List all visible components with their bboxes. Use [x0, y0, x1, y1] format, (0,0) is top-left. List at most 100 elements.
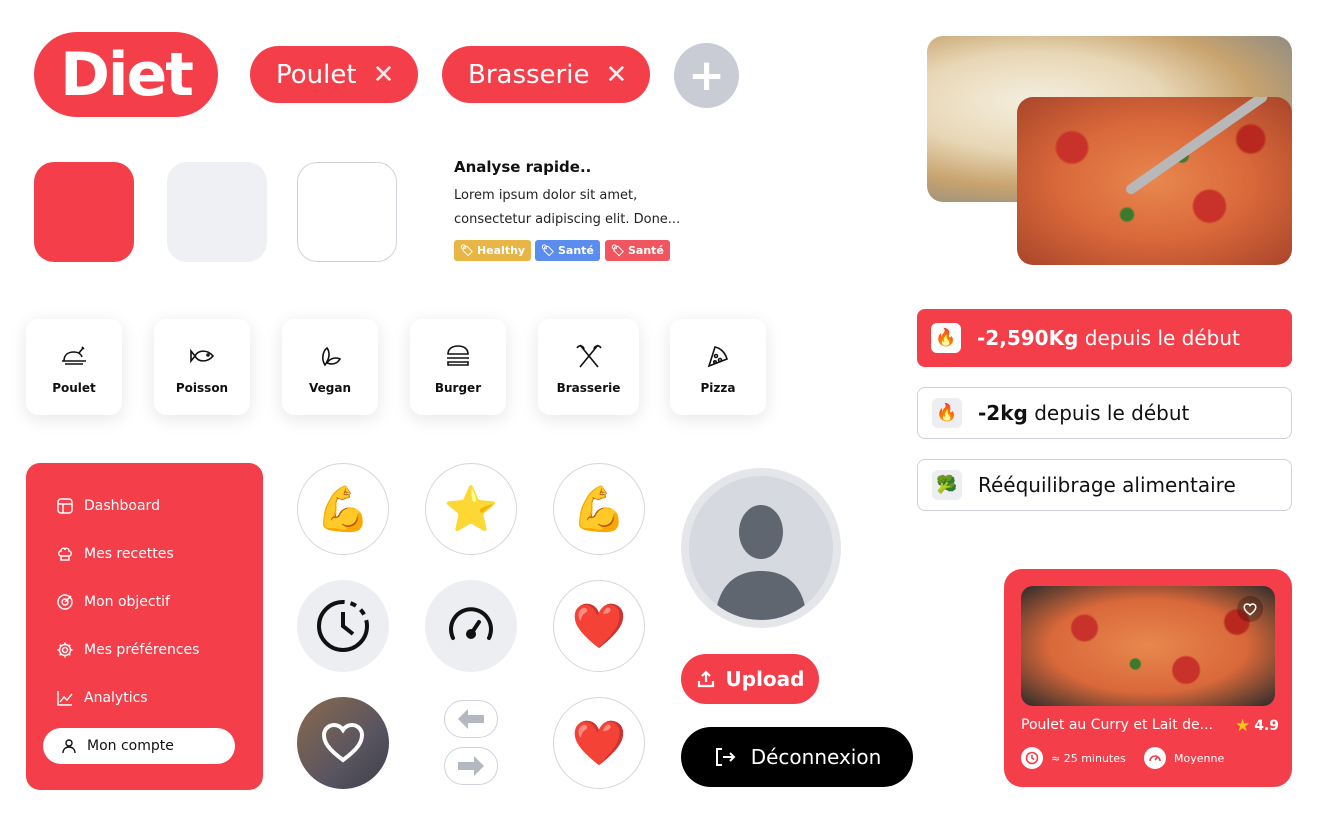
fire-icon-glyph: 🔥	[936, 403, 958, 423]
diet-logo: Diet	[34, 32, 218, 117]
fire-icon: 🔥	[931, 323, 961, 353]
logout-label: Déconnexion	[750, 745, 882, 769]
next-button[interactable]	[444, 747, 498, 785]
chicken-icon	[62, 346, 86, 365]
logo-text: Diet	[60, 39, 194, 110]
broccoli-icon-glyph: 🥦	[936, 475, 958, 495]
tag-sante-2: 🏷 Santé	[605, 240, 670, 261]
close-icon[interactable]: ✕	[373, 60, 395, 90]
stat-text: -2,590Kg depuis le début	[977, 326, 1240, 350]
category-poisson[interactable]: Poisson	[154, 319, 250, 415]
dashboard-icon	[57, 498, 73, 514]
recipe-image	[1021, 586, 1275, 706]
sidebar-item-label: Mon compte	[87, 738, 174, 754]
clock-icon	[317, 600, 369, 652]
avatar[interactable]	[681, 468, 841, 628]
swatch-gray	[167, 162, 267, 262]
sidebar: Dashboard Mes recettes Mon objectif Mes …	[26, 463, 263, 790]
user-icon	[62, 739, 76, 754]
clock-icon	[1021, 747, 1043, 769]
swatch-red	[34, 162, 134, 262]
category-pizza[interactable]: Pizza	[670, 319, 766, 415]
muscle-button[interactable]: 💪	[297, 463, 389, 555]
category-label: Poisson	[175, 381, 229, 395]
upload-label: Upload	[725, 667, 805, 691]
star-icon: ⭐	[443, 484, 499, 535]
category-poulet[interactable]: Poulet	[26, 319, 122, 415]
tag-sante: 🏷 Santé	[535, 240, 600, 261]
broccoli-icon: 🥦	[932, 470, 962, 500]
leaf-icon	[322, 346, 342, 367]
favorite-button[interactable]	[1237, 596, 1263, 622]
plus-icon: +	[688, 50, 725, 101]
spoon-shape	[1124, 97, 1270, 197]
chef-hat-icon	[58, 547, 72, 561]
stat-text: -2kg depuis le début	[978, 401, 1189, 425]
category-brasserie[interactable]: Brasserie	[538, 319, 639, 415]
tag-label: Healthy	[476, 244, 526, 257]
stat-label: depuis le début	[1027, 401, 1190, 425]
fire-icon-glyph: 🔥	[935, 328, 957, 348]
heart-button-2[interactable]: ❤️	[553, 697, 645, 789]
previous-button[interactable]	[444, 700, 498, 738]
heart-button[interactable]: ❤️	[553, 580, 645, 672]
stat-weight-loss-2: 🔥 -2kg depuis le début	[917, 387, 1292, 439]
analysis-title: Analyse rapide..	[454, 158, 592, 176]
stat-weight-loss: 🔥 -2,590Kg depuis le début	[917, 309, 1292, 367]
target-icon	[57, 594, 73, 610]
tag-label: Santé	[557, 244, 594, 257]
sidebar-item-label: Dashboard	[84, 498, 160, 514]
star-button[interactable]: ⭐	[425, 463, 517, 555]
tag-icon: 🏷	[541, 244, 555, 257]
stat-value: -2kg	[978, 401, 1028, 425]
sidebar-item-mon-objectif[interactable]: Mon objectif	[56, 587, 170, 617]
upload-icon	[697, 670, 714, 688]
gear-icon	[57, 642, 73, 658]
upload-button[interactable]: Upload	[681, 654, 819, 704]
recipe-rating: ★ 4.9	[1235, 716, 1279, 736]
tag-icon: 🏷	[611, 244, 625, 257]
sidebar-item-analytics[interactable]: Analytics	[56, 683, 148, 713]
stat-text: Rééquilibrage alimentaire	[978, 473, 1236, 497]
close-icon[interactable]: ✕	[605, 60, 627, 90]
recipe-card[interactable]: Poulet au Curry et Lait de... ★ 4.9 ≈ 25…	[1004, 569, 1292, 787]
logout-button[interactable]: Déconnexion	[681, 727, 913, 787]
recipe-difficulty: Moyenne	[1144, 747, 1224, 769]
clock-button[interactable]	[297, 580, 389, 672]
category-label: Burger	[434, 381, 482, 395]
chart-icon	[57, 691, 73, 706]
heart-icon: ❤️	[571, 601, 627, 652]
sidebar-item-mes-recettes[interactable]: Mes recettes	[56, 539, 174, 569]
avatar-placeholder	[689, 476, 833, 620]
filter-chip-brasserie[interactable]: Brasserie ✕	[442, 46, 650, 103]
tag-label: Santé	[627, 244, 664, 257]
muscle-icon: 💪	[571, 484, 627, 535]
favorite-photo-button[interactable]	[297, 697, 389, 789]
filter-chip-poulet[interactable]: Poulet ✕	[250, 46, 418, 103]
add-filter-button[interactable]: +	[674, 43, 739, 108]
speedometer-button[interactable]	[425, 580, 517, 672]
swatch-white	[297, 162, 397, 262]
curry-image	[1017, 97, 1292, 265]
recipe-title: Poulet au Curry et Lait de...	[1021, 717, 1213, 733]
pizza-icon	[707, 346, 728, 368]
category-vegan[interactable]: Vegan	[282, 319, 378, 415]
sidebar-item-label: Analytics	[84, 690, 148, 706]
sidebar-item-label: Mon objectif	[84, 594, 170, 610]
sidebar-item-mes-preferences[interactable]: Mes préférences	[56, 635, 199, 665]
utensils-icon	[575, 344, 602, 368]
muscle-button-2[interactable]: 💪	[553, 463, 645, 555]
category-label: Poulet	[52, 381, 96, 395]
category-burger[interactable]: Burger	[410, 319, 506, 415]
sidebar-item-label: Mes recettes	[84, 546, 174, 562]
heart-icon: ❤️	[571, 718, 627, 769]
sidebar-item-label: Mes préférences	[84, 642, 200, 658]
chip-label: Poulet	[276, 59, 357, 90]
star-icon: ★	[1234, 716, 1251, 736]
rating-value: 4.9	[1254, 718, 1279, 734]
category-label: Brasserie	[556, 381, 621, 395]
sidebar-item-mon-compte[interactable]: Mon compte	[43, 728, 235, 764]
duration-label: ≈ 25 minutes	[1051, 751, 1126, 765]
heart-outline-icon	[1243, 602, 1257, 616]
sidebar-item-dashboard[interactable]: Dashboard	[56, 491, 160, 521]
